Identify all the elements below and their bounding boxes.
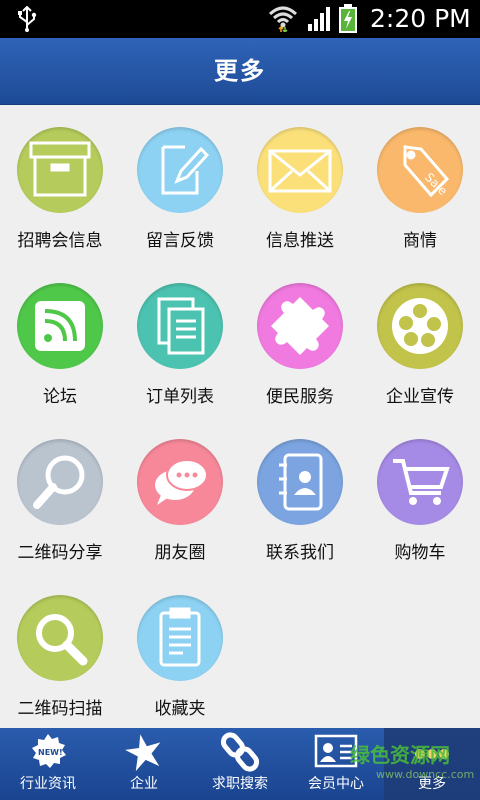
svg-text:NEW!: NEW! xyxy=(38,748,63,757)
tab-label: 行业资讯 xyxy=(20,776,76,792)
tab-job-search[interactable]: 求职搜索 xyxy=(192,728,288,800)
link-icon xyxy=(220,732,260,772)
magnifier-icon xyxy=(17,439,103,525)
tab-enterprise[interactable]: 企业 xyxy=(96,728,192,800)
edit-icon xyxy=(137,127,223,213)
grid-item-label: 企业宣传 xyxy=(386,387,454,407)
grid-item-label: 商情 xyxy=(403,231,437,251)
watermark: 绿色资源网 www.downcc.com xyxy=(350,742,476,794)
grid-item-cart[interactable]: 购物车 xyxy=(360,416,480,572)
contacts-icon xyxy=(257,439,343,525)
news-badge-icon: NEW! xyxy=(32,734,66,768)
tab-label: 企业 xyxy=(130,776,158,792)
grid-item-label: 联系我们 xyxy=(266,543,334,563)
grid-item-label: 招聘会信息 xyxy=(17,231,103,251)
svg-text:Sale: Sale xyxy=(422,170,450,198)
grid-item-label: 留言反馈 xyxy=(146,231,214,251)
usb-icon xyxy=(18,6,37,32)
feature-grid: 招聘会信息 留言反馈 信息推送 Sale 商情 论坛 订单列表 便民服务 企业宣… xyxy=(0,104,480,728)
documents-icon xyxy=(137,283,223,369)
wifi-icon xyxy=(268,6,298,32)
grid-item-contact[interactable]: 联系我们 xyxy=(240,416,360,572)
box-icon xyxy=(17,127,103,213)
grid-item-label: 便民服务 xyxy=(266,387,334,407)
grid-item-promotion[interactable]: 企业宣传 xyxy=(360,260,480,416)
status-bar: 2:20 PM xyxy=(0,0,480,38)
grid-item-label: 二维码扫描 xyxy=(17,699,103,719)
grid-item-moments[interactable]: 朋友圈 xyxy=(120,416,240,572)
grid-item-favorites[interactable]: 收藏夹 xyxy=(120,572,240,728)
page-title: 更多 xyxy=(214,57,266,85)
battery-charging-icon xyxy=(339,4,357,33)
star-icon xyxy=(125,734,161,772)
grid-item-label: 购物车 xyxy=(394,543,446,563)
grid-item-label: 论坛 xyxy=(43,387,77,407)
grid-item-label: 订单列表 xyxy=(146,387,214,407)
grid-item-push[interactable]: 信息推送 xyxy=(240,104,360,260)
chat-bubbles-icon xyxy=(137,439,223,525)
grid-item-label: 朋友圈 xyxy=(154,543,206,563)
film-reel-icon xyxy=(377,283,463,369)
grid-item-qr-share[interactable]: 二维码分享 xyxy=(0,416,120,572)
status-time: 2:20 PM xyxy=(370,4,471,33)
watermark-url: www.downcc.com xyxy=(376,768,475,781)
tab-industry-news[interactable]: NEW! 行业资讯 xyxy=(0,728,96,800)
grid-item-business[interactable]: Sale 商情 xyxy=(360,104,480,260)
grid-item-services[interactable]: 便民服务 xyxy=(240,260,360,416)
grid-item-recruitment[interactable]: 招聘会信息 xyxy=(0,104,120,260)
watermark-text: 绿色资源网 xyxy=(350,743,450,767)
grid-item-label: 收藏夹 xyxy=(154,699,206,719)
grid-item-qr-scan[interactable]: 二维码扫描 xyxy=(0,572,120,728)
tab-label: 求职搜索 xyxy=(212,776,268,792)
grid-item-orders[interactable]: 订单列表 xyxy=(120,260,240,416)
cart-icon xyxy=(377,439,463,525)
puzzle-icon xyxy=(257,283,343,369)
grid-item-label: 二维码分享 xyxy=(17,543,103,563)
rss-icon xyxy=(17,283,103,369)
envelope-icon xyxy=(257,127,343,213)
grid-item-feedback[interactable]: 留言反馈 xyxy=(120,104,240,260)
signal-icon xyxy=(308,7,330,31)
sale-tag-icon: Sale xyxy=(377,127,463,213)
grid-item-label: 信息推送 xyxy=(266,231,334,251)
clipboard-icon xyxy=(137,595,223,681)
header-bar: 更多 xyxy=(0,38,480,105)
grid-item-forum[interactable]: 论坛 xyxy=(0,260,120,416)
search-icon xyxy=(17,595,103,681)
